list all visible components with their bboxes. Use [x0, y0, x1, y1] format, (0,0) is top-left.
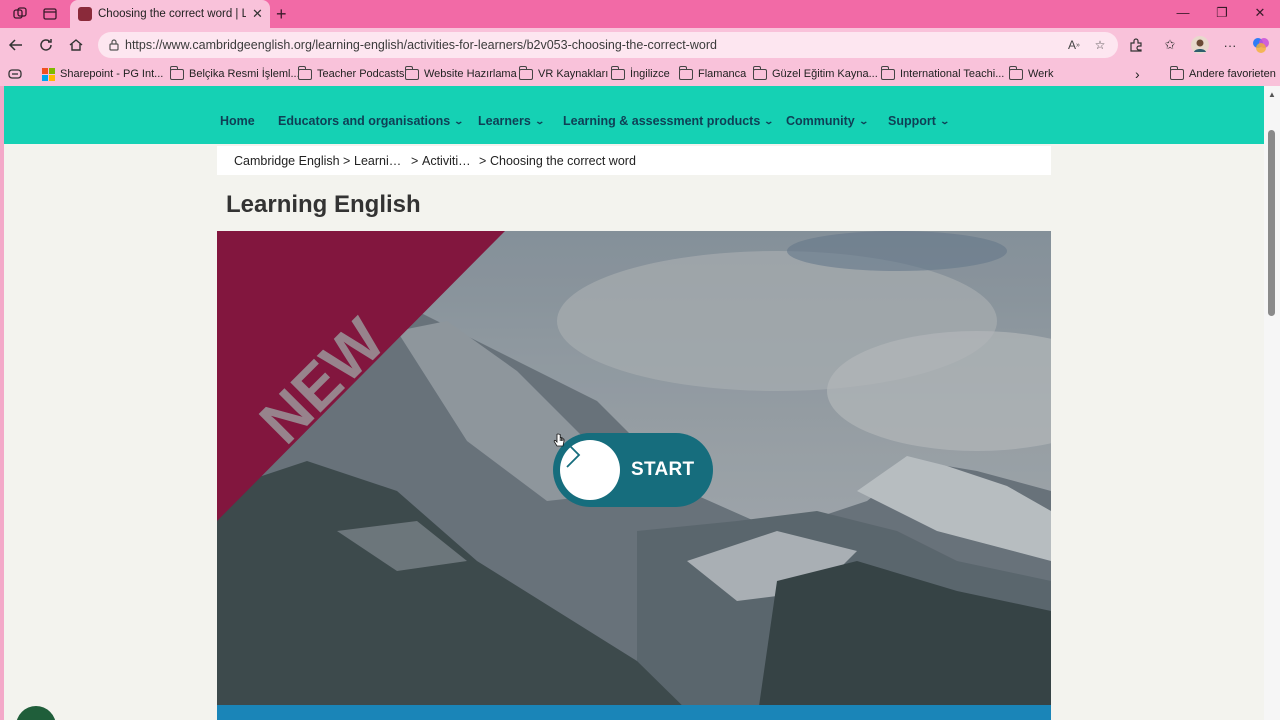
scrollbar-thumb[interactable] [1268, 130, 1275, 316]
active-tab[interactable]: Choosing the correct word | Learning Eng… [70, 0, 270, 28]
bookmarks-bar: Sharepoint - PG Int... Belçika Resmi İşl… [0, 62, 1280, 86]
nav-home[interactable]: Home [220, 114, 255, 128]
minimize-icon[interactable]: — [1173, 5, 1193, 20]
bookmark-folder[interactable]: International Teachi... [881, 65, 1005, 82]
breadcrumb-link[interactable]: Activiti… [422, 154, 471, 168]
tab-actions-icon[interactable] [41, 5, 59, 23]
favorites-icon[interactable]: ✩ [1161, 36, 1179, 54]
nav-label: Learning & assessment products [563, 114, 761, 128]
breadcrumb-separator: > [343, 154, 351, 168]
breadcrumb: Cambridge English > Learni… > Activiti… … [217, 146, 1051, 175]
page-viewport: Home Educators and organisations ⌄ Learne… [4, 86, 1264, 720]
profile-avatar[interactable] [1191, 36, 1209, 54]
refresh-icon[interactable] [37, 36, 55, 54]
address-bar[interactable]: https://www.cambridgeenglish.org/learnin… [98, 32, 1118, 58]
chevron-down-icon: ⌄ [534, 115, 545, 126]
bookmark-label: Güzel Eğitim Kayna... [772, 68, 878, 80]
sidebar-toggle-icon[interactable] [8, 66, 22, 82]
folder-icon [405, 65, 419, 80]
breadcrumb-link[interactable]: Cambridge English [234, 154, 340, 168]
breadcrumb-separator: > [411, 154, 419, 168]
close-tab-icon[interactable]: ✕ [252, 6, 263, 22]
play-arrow-icon [560, 440, 620, 500]
bookmark-folder[interactable]: Werk [1009, 65, 1054, 82]
folder-icon [1009, 65, 1023, 80]
folder-icon [679, 65, 693, 80]
nav-support[interactable]: Support ⌄ [888, 114, 950, 128]
bookmark-label: International Teachi... [900, 68, 1005, 80]
bookmark-label: Andere favorieten [1189, 68, 1276, 80]
close-window-icon[interactable]: ✕ [1250, 5, 1270, 21]
nav-community[interactable]: Community ⌄ [786, 114, 869, 128]
nav-learners[interactable]: Learners ⌄ [478, 114, 545, 128]
new-tab-icon[interactable]: + [276, 4, 287, 25]
tab-title: Choosing the correct word | Learning Eng… [98, 8, 246, 20]
hand-cursor-icon [553, 433, 565, 447]
bookmark-folder[interactable]: Teacher Podcasts [298, 65, 405, 82]
tab-strip: Choosing the correct word | Learning Eng… [0, 0, 1280, 28]
url-text[interactable]: https://www.cambridgeenglish.org/learnin… [125, 38, 717, 52]
page-scrollbar[interactable]: ▲ [1264, 86, 1280, 720]
folder-icon [611, 65, 625, 80]
breadcrumb-link[interactable]: Learni… [354, 154, 401, 168]
folder-icon [1170, 65, 1184, 80]
bookmark-folder[interactable]: Flamanca [679, 65, 747, 82]
nav-label: Community [786, 114, 855, 128]
chevron-down-icon: ⌄ [939, 115, 950, 126]
nav-educators[interactable]: Educators and organisations ⌄ [278, 114, 465, 128]
copilot-icon[interactable] [1252, 36, 1270, 54]
folder-icon [881, 65, 895, 80]
activity-hero-image: NEW START [217, 231, 1051, 720]
nav-label: Educators and organisations [278, 114, 451, 128]
bookmark-folder[interactable]: Belçika Resmi İşleml... [170, 65, 300, 82]
site-info-icon[interactable] [106, 37, 122, 53]
back-icon[interactable] [7, 36, 25, 54]
bookmark-folder[interactable]: İngilizce [611, 65, 670, 82]
bookmark-label: Werk [1028, 68, 1054, 80]
extensions-icon[interactable] [1127, 36, 1145, 54]
read-aloud-icon[interactable]: A» [1065, 36, 1083, 54]
more-bookmarks-chevron-icon[interactable]: › [1135, 66, 1140, 82]
page-title: Learning English [226, 191, 421, 218]
bookmark-label: Website Hazırlama [424, 68, 517, 80]
bookmark-label: VR Kaynakları [538, 68, 609, 80]
folder-icon [519, 65, 533, 80]
breadcrumb-separator: > [479, 154, 487, 168]
bookmark-folder[interactable]: Güzel Eğitim Kayna... [753, 65, 878, 82]
bookmark-folder[interactable]: Website Hazırlama [405, 65, 517, 82]
chevron-down-icon: ⌄ [453, 115, 465, 126]
nav-label: Support [888, 114, 936, 128]
more-options-icon[interactable]: ··· [1221, 36, 1239, 54]
browser-toolbar: https://www.cambridgeenglish.org/learnin… [0, 28, 1280, 62]
restore-icon[interactable]: ❐ [1212, 5, 1232, 21]
chat-widget-button[interactable] [16, 706, 56, 720]
bookmark-item[interactable]: Sharepoint - PG Int... [42, 66, 163, 82]
bookmark-folder[interactable]: VR Kaynakları [519, 65, 609, 82]
nav-products[interactable]: Learning & assessment products ⌄ [563, 114, 775, 128]
chevron-down-icon: ⌄ [763, 115, 775, 126]
bookmark-label: Sharepoint - PG Int... [60, 68, 164, 80]
cambridge-shield-icon [78, 7, 92, 21]
activity-frame-bottom-bar [217, 705, 1051, 720]
workspaces-icon[interactable] [11, 5, 29, 23]
bookmark-label: Belçika Resmi İşleml... [189, 68, 300, 80]
home-icon[interactable] [67, 36, 85, 54]
folder-icon [298, 65, 312, 80]
breadcrumb-current: Choosing the correct word [490, 154, 636, 168]
chevron-down-icon: ⌄ [858, 115, 869, 126]
bookmark-label: Teacher Podcasts [317, 68, 405, 80]
folder-icon [753, 65, 767, 80]
nav-label: Learners [478, 114, 531, 128]
folder-icon [170, 65, 184, 80]
site-navigation: Home Educators and organisations ⌄ Learne… [4, 86, 1264, 144]
other-favorites-folder[interactable]: Andere favorieten [1170, 65, 1276, 82]
bookmark-label: Flamanca [698, 68, 747, 80]
favorite-star-icon[interactable]: ☆ [1091, 36, 1109, 54]
microsoft-logo-icon [42, 67, 55, 81]
start-label: START [631, 459, 695, 480]
scroll-up-arrow-icon[interactable]: ▲ [1268, 90, 1276, 99]
nav-label: Home [220, 114, 255, 128]
bookmark-label: İngilizce [630, 68, 670, 80]
start-activity-button[interactable]: START [553, 433, 713, 507]
